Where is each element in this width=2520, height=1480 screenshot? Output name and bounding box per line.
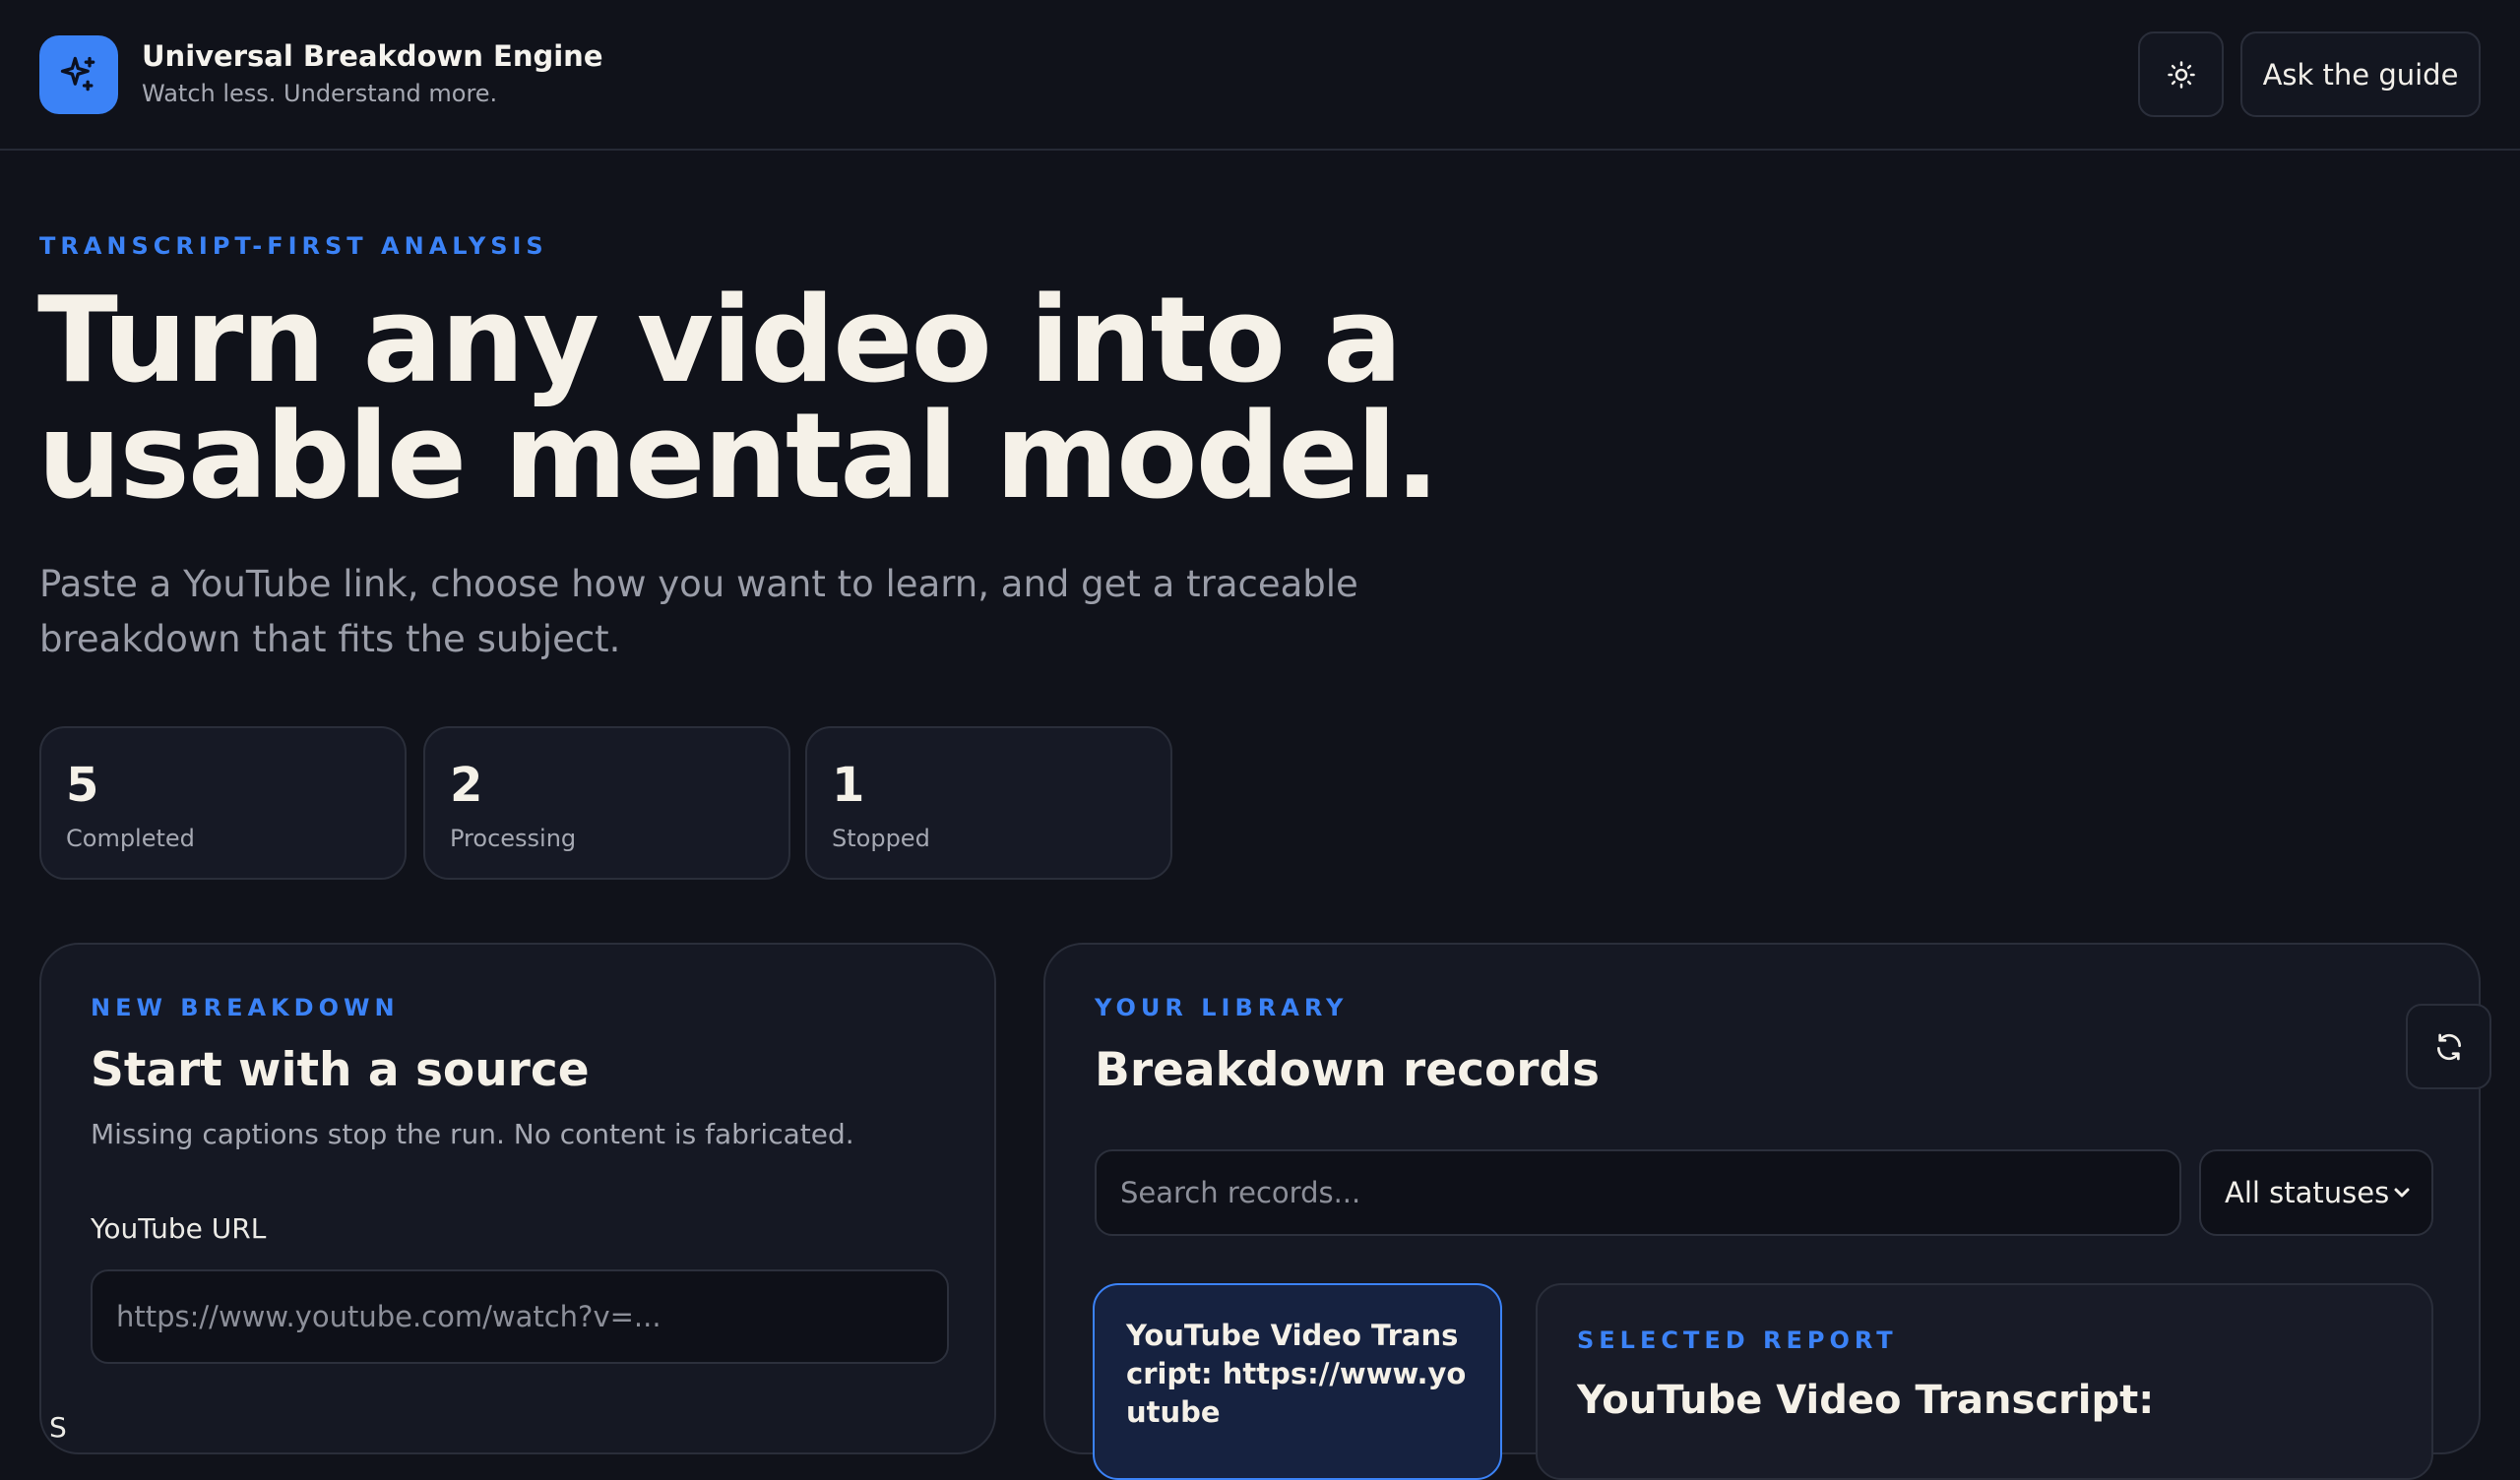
- app-logo: [39, 35, 118, 114]
- stat-label: Processing: [450, 825, 577, 852]
- app-tagline: Watch less. Understand more.: [142, 80, 498, 107]
- refresh-button[interactable]: [2406, 1004, 2491, 1089]
- youtube-url-label: YouTube URL: [91, 1212, 267, 1245]
- library-title: Breakdown records: [1095, 1043, 1601, 1097]
- refresh-icon: [2436, 1033, 2461, 1060]
- youtube-url-input[interactable]: [91, 1269, 949, 1364]
- stat-stopped: 1 Stopped: [805, 726, 1172, 880]
- new-breakdown-panel: NEW BREAKDOWN Start with a source Missin…: [39, 943, 996, 1454]
- app-title: Universal Breakdown Engine: [142, 39, 603, 73]
- selected-report-title: YouTube Video Transcript:: [1577, 1378, 2155, 1423]
- theme-toggle-button[interactable]: [2138, 31, 2224, 117]
- hero-title: Turn any video into a usable mental mode…: [37, 273, 1440, 525]
- next-field-label: S: [49, 1411, 67, 1444]
- stat-label: Stopped: [832, 825, 930, 852]
- selected-report-card: SELECTED REPORT YouTube Video Transcript…: [1536, 1283, 2433, 1480]
- new-breakdown-note: Missing captions stop the run. No conten…: [91, 1118, 854, 1150]
- search-records-input[interactable]: [1095, 1149, 2181, 1236]
- new-breakdown-eyebrow: NEW BREAKDOWN: [91, 994, 400, 1021]
- library-eyebrow: YOUR LIBRARY: [1095, 994, 1349, 1021]
- stat-processing: 2 Processing: [423, 726, 790, 880]
- stat-label: Completed: [66, 825, 195, 852]
- status-filter-select[interactable]: All statuses: [2199, 1149, 2433, 1236]
- status-filter-value: All statuses: [2225, 1176, 2390, 1209]
- new-breakdown-title: Start with a source: [91, 1043, 590, 1097]
- selected-report-eyebrow: SELECTED REPORT: [1577, 1326, 1898, 1354]
- stat-value: 1: [832, 758, 865, 813]
- sparkles-icon: [60, 56, 95, 92]
- library-panel: YOUR LIBRARY Breakdown records All statu…: [1043, 943, 2491, 1480]
- stat-completed: 5 Completed: [39, 726, 407, 880]
- hero-eyebrow: TRANSCRIPT-FIRST ANALYSIS: [39, 232, 548, 260]
- stat-value: 2: [450, 758, 483, 813]
- stat-value: 5: [66, 758, 99, 813]
- record-card-selected[interactable]: YouTube Video Transcript: https://www.yo…: [1093, 1283, 1502, 1480]
- ask-guide-button[interactable]: Ask the guide: [2240, 31, 2481, 117]
- sun-icon: [2167, 60, 2195, 89]
- record-title: YouTube Video Transcript: https://www.yo…: [1126, 1319, 1467, 1429]
- chevron-down-icon: [2394, 1188, 2410, 1198]
- hero-description: Paste a YouTube link, choose how you wan…: [39, 563, 1358, 660]
- top-bar: Universal Breakdown Engine Watch less. U…: [0, 0, 2520, 151]
